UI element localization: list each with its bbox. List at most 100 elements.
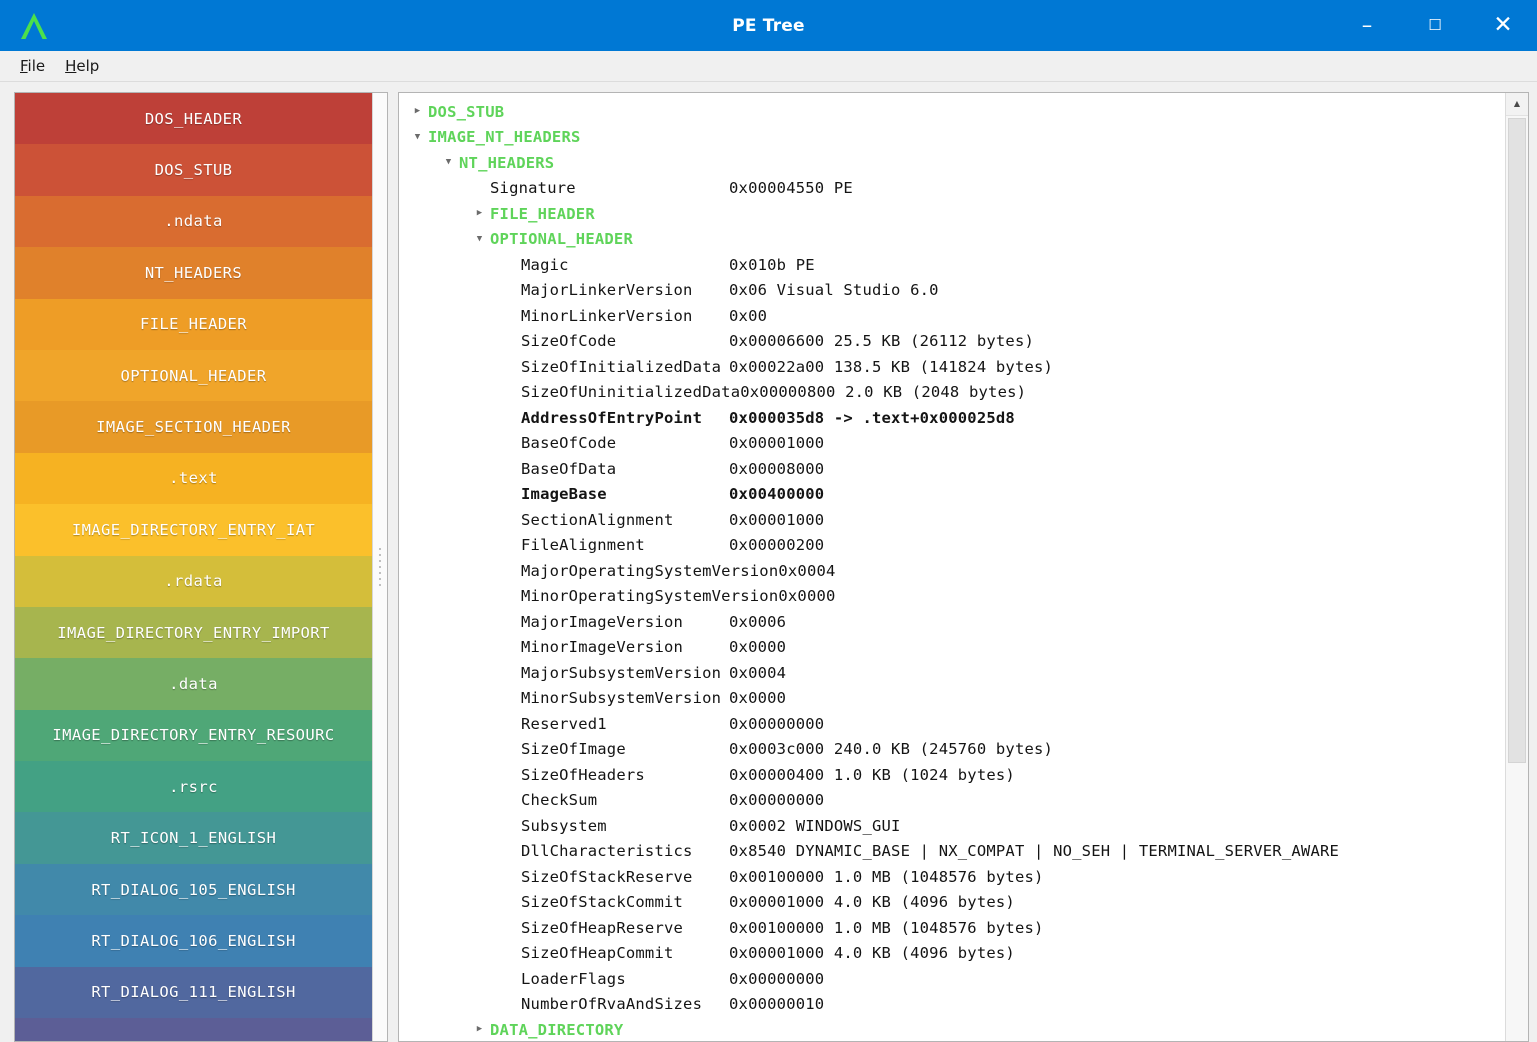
tree-leaf-row[interactable]: BaseOfCode 0x00001000: [399, 431, 1505, 457]
tree-leaf-row[interactable]: MinorSubsystemVersion 0x0000: [399, 686, 1505, 712]
tree-node-row[interactable]: ▼ OPTIONAL_HEADER: [399, 227, 1505, 253]
tree-leaf-row[interactable]: Subsystem 0x0002 WINDOWS_GUI: [399, 813, 1505, 839]
pe-map-row[interactable]: .text: [15, 452, 372, 505]
tree-field-value: 0x00100000 1.0 MB (1048576 bytes): [729, 867, 1044, 886]
menu-item-help[interactable]: Help: [55, 55, 109, 77]
pe-map-row-label: IMAGE_DIRECTORY_ENTRY_IAT: [71, 520, 316, 539]
tree-node-row[interactable]: ▼ NT_HEADERS: [399, 150, 1505, 176]
tree-field-value: 0x00400000: [729, 485, 825, 504]
tree-field-value: 0x00000000: [729, 714, 825, 733]
pe-map-row[interactable]: .ndata: [15, 195, 372, 248]
maximize-button[interactable]: ☐: [1401, 0, 1469, 51]
tree-leaf-row[interactable]: SizeOfHeapReserve 0x00100000 1.0 MB (1048…: [399, 915, 1505, 941]
scroll-up-arrow-icon[interactable]: ▲: [1506, 93, 1528, 116]
pe-map-row[interactable]: RT_ICON_1_ENGLISH: [15, 812, 372, 864]
tree-leaf-row[interactable]: SizeOfImage 0x0003c000 240.0 KB (245760 b…: [399, 737, 1505, 763]
pe-map-row[interactable]: NT_HEADERS: [15, 247, 372, 299]
pe-map-row-label: RT_DIALOG_111_ENGLISH: [91, 983, 296, 1002]
tree-leaf-row[interactable]: SizeOfHeapCommit 0x00001000 4.0 KB (4096 …: [399, 941, 1505, 967]
pe-map-row[interactable]: DOS_STUB: [15, 144, 372, 196]
tree-leaf-row[interactable]: MajorSubsystemVersion 0x0004: [399, 660, 1505, 686]
tree-leaf-row[interactable]: DllCharacteristics 0x8540 DYNAMIC_BASE | …: [399, 839, 1505, 865]
tree-leaf-row[interactable]: SizeOfStackCommit 0x00001000 4.0 KB (4096…: [399, 890, 1505, 916]
pe-map-row[interactable]: .rdata: [15, 555, 372, 607]
tree-field-name: AddressOfEntryPoint: [521, 408, 703, 427]
tree-leaf-row[interactable]: ImageBase 0x00400000: [399, 482, 1505, 508]
chevron-down-icon[interactable]: ▼: [442, 158, 455, 167]
tree-field-name: DllCharacteristics: [521, 842, 693, 861]
scrollbar-thumb[interactable]: [1508, 118, 1526, 763]
tree-field-value: 0x000035d8 -> .text+0x000025d8: [729, 408, 1015, 427]
tree-field-name: SizeOfStackReserve: [521, 867, 693, 886]
tree-leaf-row[interactable]: SectionAlignment 0x00001000: [399, 507, 1505, 533]
pe-map-row-label: IMAGE_DIRECTORY_ENTRY_RESOURC: [52, 726, 335, 745]
pe-map-row-label: DOS_STUB: [154, 161, 233, 180]
pe-map-row[interactable]: RT_DIALOG_106_ENGLISH: [15, 915, 372, 967]
tree-leaf-row[interactable]: SizeOfHeaders 0x00000400 1.0 KB (1024 byt…: [399, 762, 1505, 788]
pe-map-row[interactable]: IMAGE_DIRECTORY_ENTRY_RESOURC: [15, 709, 372, 762]
tree-leaf-row[interactable]: LoaderFlags 0x00000000: [399, 966, 1505, 992]
chevron-right-icon[interactable]: ▶: [473, 209, 486, 218]
tree-leaf-row[interactable]: Magic 0x010b PE: [399, 252, 1505, 278]
pe-tree-list[interactable]: ▶ DOS_STUB ▼ IMAGE_NT_HEADERS ▼ NT_HEADERS Sig…: [399, 93, 1505, 1041]
pe-map-row[interactable]: IMAGE_DIRECTORY_ENTRY_IAT: [15, 504, 372, 556]
pe-map-row[interactable]: IMAGE_DIRECTORY_ENTRY_IMPORT: [15, 606, 372, 659]
tree-leaf-row[interactable]: NumberOfRvaAndSizes 0x00000010: [399, 992, 1505, 1018]
tree-field-name: MinorSubsystemVersion: [521, 689, 722, 708]
tree-field-name: BaseOfCode: [521, 434, 617, 453]
pe-map-scrollbar[interactable]: [372, 93, 387, 1041]
tree-leaf-row[interactable]: MajorImageVersion 0x0006: [399, 609, 1505, 635]
pe-map-row[interactable]: OPTIONAL_HEADER: [15, 349, 372, 402]
pe-map-panel: DOS_HEADER DOS_STUB .ndata NT_HEADERS FILE_H…: [14, 92, 388, 1042]
chevron-down-icon[interactable]: ▼: [411, 132, 424, 142]
tree-field-name: MinorImageVersion: [521, 638, 684, 657]
chevron-right-icon[interactable]: ▶: [411, 107, 424, 116]
window-controls: – ☐ ✕: [1333, 0, 1537, 51]
tree-leaf-row[interactable]: Reserved1 0x00000000: [399, 711, 1505, 737]
tree-leaf-row[interactable]: MinorLinkerVersion 0x00: [399, 303, 1505, 329]
tree-field-value: 0x00001000 4.0 KB (4096 bytes): [729, 944, 1015, 963]
tree-vertical-scrollbar[interactable]: ▲: [1505, 93, 1528, 1041]
pe-map-list[interactable]: DOS_HEADER DOS_STUB .ndata NT_HEADERS FILE_H…: [15, 93, 372, 1041]
tree-field-name: MajorSubsystemVersion: [521, 663, 722, 682]
tree-leaf-row[interactable]: BaseOfData 0x00008000: [399, 456, 1505, 482]
menu-item-file-mnemonic: F: [20, 57, 28, 75]
tree-leaf-row[interactable]: MinorOperatingSystemVersion 0x0000: [399, 584, 1505, 610]
chevron-right-icon[interactable]: ▶: [473, 1025, 486, 1034]
tree-leaf-row[interactable]: SizeOfStackReserve 0x00100000 1.0 MB (104…: [399, 864, 1505, 890]
tree-node-row[interactable]: ▼ IMAGE_NT_HEADERS: [399, 125, 1505, 151]
tree-leaf-row[interactable]: SizeOfUninitializedData 0x00000800 2.0 KB…: [399, 380, 1505, 406]
minimize-button[interactable]: –: [1333, 0, 1401, 51]
tree-field-value: 0x0000: [729, 689, 787, 708]
tree-node-row[interactable]: ▶ DATA_DIRECTORY: [399, 1017, 1505, 1041]
tree-leaf-row[interactable]: FileAlignment 0x00000200: [399, 533, 1505, 559]
chevron-down-icon[interactable]: ▼: [473, 234, 486, 244]
tree-leaf-row[interactable]: MinorImageVersion 0x0000: [399, 635, 1505, 661]
pe-map-row[interactable]: [15, 1018, 372, 1041]
tree-field-value: 0x0003c000 240.0 KB (245760 bytes): [729, 740, 1054, 759]
pe-map-row[interactable]: DOS_HEADER: [15, 93, 372, 145]
pe-map-row[interactable]: FILE_HEADER: [15, 298, 372, 350]
tree-leaf-row[interactable]: MajorOperatingSystemVersion 0x0004: [399, 558, 1505, 584]
menu-item-file[interactable]: File: [10, 55, 55, 77]
pe-map-row-label: FILE_HEADER: [139, 315, 248, 334]
tree-leaf-row[interactable]: Signature 0x00004550 PE: [399, 176, 1505, 202]
tree-node-row[interactable]: ▶ DOS_STUB: [399, 99, 1505, 125]
pe-map-row[interactable]: .rsrc: [15, 761, 372, 813]
tree-leaf-row[interactable]: AddressOfEntryPoint 0x000035d8 -> .text+0…: [399, 405, 1505, 431]
tree-leaf-row[interactable]: SizeOfInitializedData 0x00022a00 138.5 KB…: [399, 354, 1505, 380]
tree-field-value: 0x00000800 2.0 KB (2048 bytes): [740, 383, 1027, 402]
pe-map-row[interactable]: RT_DIALOG_111_ENGLISH: [15, 966, 372, 1019]
close-button[interactable]: ✕: [1469, 0, 1537, 51]
tree-leaf-row[interactable]: SizeOfCode 0x00006600 25.5 KB (26112 byte…: [399, 329, 1505, 355]
menu-bar: File Help: [0, 51, 1537, 82]
pe-map-row[interactable]: IMAGE_SECTION_HEADER: [15, 401, 372, 453]
pe-map-row[interactable]: .data: [15, 658, 372, 710]
tree-field-name: SizeOfHeapCommit: [521, 944, 674, 963]
panel-splitter[interactable]: [388, 92, 398, 1042]
pe-map-row[interactable]: RT_DIALOG_105_ENGLISH: [15, 863, 372, 916]
tree-node-row[interactable]: ▶ FILE_HEADER: [399, 201, 1505, 227]
tree-leaf-row[interactable]: CheckSum 0x00000000: [399, 788, 1505, 814]
pe-tree-logo-icon: [12, 6, 56, 46]
tree-leaf-row[interactable]: MajorLinkerVersion 0x06 Visual Studio 6.0: [399, 278, 1505, 304]
